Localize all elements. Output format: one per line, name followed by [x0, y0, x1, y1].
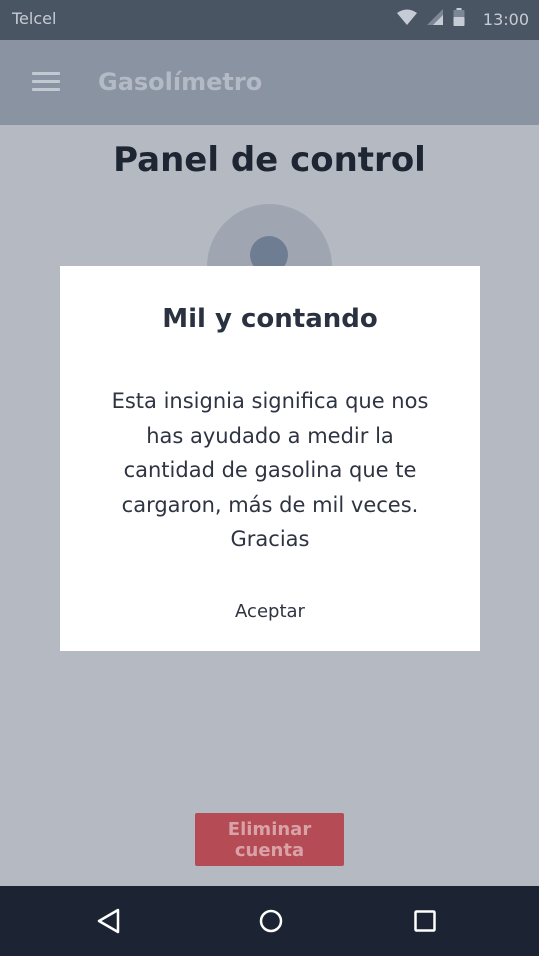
- page-title: Panel de control: [113, 140, 426, 180]
- dialog-message-line: Esta insignia significa que nos: [111, 389, 429, 413]
- clock-time: 13:00: [482, 9, 529, 29]
- battery-icon: [453, 8, 465, 30]
- accept-button[interactable]: Aceptar: [210, 594, 330, 630]
- dialog-title: Mil y contando: [162, 304, 378, 334]
- app-title: Gasolímetro: [98, 68, 263, 96]
- home-icon[interactable]: [253, 903, 289, 939]
- status-icons: 13:00: [396, 8, 529, 30]
- recent-apps-icon[interactable]: [407, 903, 443, 939]
- dialog-message-line: has ayudado a medir la: [146, 423, 394, 448]
- dialog-message-line: Gracias: [230, 527, 310, 551]
- status-bar: Telcel 13:00: [0, 0, 539, 40]
- badge-dialog: Mil y contando Esta insignia significa q…: [60, 266, 480, 651]
- carrier-name: Telcel: [12, 9, 57, 28]
- dialog-message-line: cantidad de gasolina que te: [123, 458, 417, 482]
- hamburger-menu-icon[interactable]: [30, 70, 62, 94]
- signal-icon: [426, 9, 443, 29]
- app-bar: Gasolímetro: [0, 40, 539, 125]
- navigation-bar: [0, 886, 539, 956]
- dialog-message-line: cargaron, más de mil veces.: [121, 492, 419, 517]
- delete-account-button[interactable]: Eliminar cuenta: [195, 813, 344, 866]
- wifi-icon: [396, 9, 417, 29]
- back-icon[interactable]: [91, 903, 127, 939]
- dialog-message: Esta insignia significa que nos has ayud…: [90, 384, 450, 557]
